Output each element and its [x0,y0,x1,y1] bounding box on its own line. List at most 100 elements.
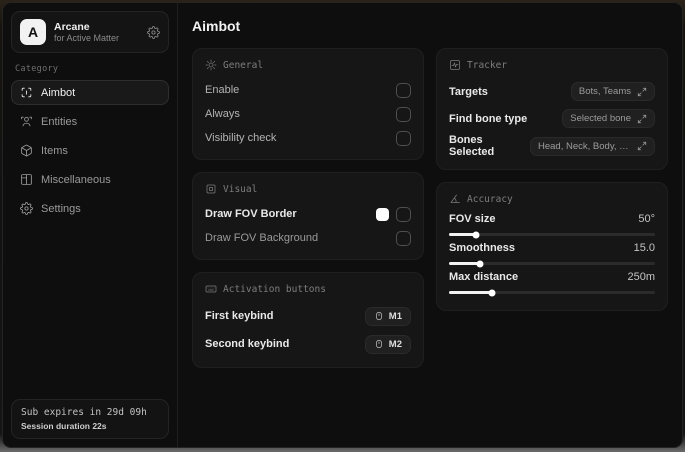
setting-row-enable: Enable [205,79,411,101]
enable-checkbox[interactable] [396,82,411,98]
select-value: Selected bone [570,113,631,124]
app-name: Arcane [54,20,90,33]
mouse-icon [374,339,384,349]
setting-label: First keybind [205,310,274,322]
tracker-card: Tracker Targets Bots, Teams Find bone ty… [436,48,668,170]
person-target-icon [20,115,33,128]
general-card: General Enable Always Visibility check [192,48,424,160]
layout-columns-icon [20,173,33,186]
fov-size-slider[interactable] [449,231,655,238]
fov-border-color-swatch[interactable] [376,207,389,221]
bones-selected-select[interactable]: Head, Neck, Body, Pe.. [530,136,655,156]
find-bone-type-select[interactable]: Selected bone [562,109,655,128]
expand-icon [637,141,647,151]
sidebar-item-label: Aimbot [41,86,76,99]
setting-row-find-bone-type: Find bone type Selected bone [449,106,655,131]
radar-icon [449,59,461,71]
setting-label: Visibility check [205,132,277,144]
app-logo: A [20,19,46,45]
category-nav: Aimbot Entities Items Miscellaneous Sett… [11,80,169,221]
draw-fov-background-checkbox[interactable] [396,230,411,246]
sidebar-item-miscellaneous[interactable]: Miscellaneous [11,167,169,192]
draw-fov-border-checkbox[interactable] [396,206,411,222]
sidebar-item-aimbot[interactable]: Aimbot [11,80,169,105]
expand-icon [637,114,647,124]
setting-label: Bones Selected [449,134,495,158]
setting-row-bones-selected: Bones Selected Head, Neck, Body, Pe.. [449,133,655,159]
setting-row-draw-fov-background: Draw FOV Background [205,227,411,249]
slider-value: 50° [638,213,655,225]
accuracy-card-header: Accuracy [449,193,655,205]
sidebar-item-label: Miscellaneous [41,173,111,186]
general-card-title: General [223,59,264,71]
smoothness-slider[interactable] [449,260,655,267]
slider-value: 15.0 [633,242,655,254]
general-card-header: General [205,59,411,71]
visual-card: Visual Draw FOV Border Draw FOV Backgrou… [192,172,424,260]
sun-gear-icon [205,59,217,71]
setting-row-visibility-check: Visibility check [205,127,411,149]
setting-label: Draw FOV Background [205,232,319,244]
expand-icon [637,87,647,97]
slider-thumb[interactable] [488,289,496,296]
setting-label: Always [205,108,240,120]
setting-label: Smoothness [449,242,516,254]
mouse-icon [374,311,384,321]
sidebar-item-entities[interactable]: Entities [11,109,169,134]
setting-row-draw-fov-border: Draw FOV Border [205,203,411,225]
category-label: Category [15,64,59,74]
setting-row-second-keybind: Second keybind M2 [205,331,411,357]
setting-row-max-distance: Max distance 250m [449,271,655,296]
targets-select[interactable]: Bots, Teams [570,82,655,101]
setting-row-targets: Targets Bots, Teams [449,79,655,104]
brand-text: Arcane for Active Matter [54,21,139,43]
frame-icon [205,183,217,195]
keybind-value: M1 [388,310,402,322]
subscription-card: Sub expires in 29d 09h Session duration … [11,399,169,439]
sub-expires-text: Sub expires in 29d 09h [21,407,147,418]
brand-card: A Arcane for Active Matter [11,11,169,53]
activation-card-title: Activation buttons [223,283,326,295]
gear-icon[interactable] [147,25,160,39]
slider-thumb[interactable] [476,260,484,267]
sidebar: A Arcane for Active Matter Category Aimb… [3,3,178,447]
setting-row-always: Always [205,103,411,125]
setting-label: FOV size [449,213,496,225]
second-keybind-button[interactable]: M2 [364,334,411,354]
sidebar-item-label: Items [41,144,68,157]
left-column: General Enable Always Visibility check V… [192,48,424,368]
sidebar-item-items[interactable]: Items [11,138,169,163]
tracker-card-title: Tracker [467,59,508,71]
setting-label: Second keybind [205,338,290,350]
slider-value: 250m [627,271,655,283]
visibility-check-checkbox[interactable] [396,130,411,146]
accuracy-card: Accuracy FOV size 50° Smoothness 15.0 Ma… [436,182,668,311]
activation-card-header: Activation buttons [205,283,411,295]
setting-row-smoothness: Smoothness 15.0 [449,242,655,267]
keybind-value: M2 [388,338,402,350]
tracker-card-header: Tracker [449,59,655,71]
max-distance-slider[interactable] [449,289,655,296]
setting-row-first-keybind: First keybind M1 [205,303,411,329]
slider-thumb[interactable] [472,231,480,238]
first-keybind-button[interactable]: M1 [364,306,411,326]
setting-label: Max distance [449,271,519,283]
select-value: Bots, Teams [578,86,631,97]
always-checkbox[interactable] [396,106,411,122]
app-subtitle: for Active Matter [54,32,120,43]
sidebar-item-settings[interactable]: Settings [11,196,169,221]
slider-fill [449,291,493,294]
setting-label: Find bone type [449,112,528,125]
setting-label: Enable [205,84,240,96]
main-content: Aimbot General Enable Always Visibility … [178,3,682,447]
accuracy-card-title: Accuracy [467,193,513,205]
arcane-window: A Arcane for Active Matter Category Aimb… [2,2,683,448]
gear-icon [20,202,33,215]
visual-card-title: Visual [223,183,258,195]
right-column: Tracker Targets Bots, Teams Find bone ty… [436,48,668,311]
select-value: Head, Neck, Body, Pe.. [538,140,631,152]
activation-buttons-card: Activation buttons First keybind M1 Seco… [192,272,424,368]
sidebar-item-label: Entities [41,115,78,128]
setting-label: Targets [449,85,488,98]
screen: A Arcane for Active Matter Category Aimb… [0,0,685,452]
